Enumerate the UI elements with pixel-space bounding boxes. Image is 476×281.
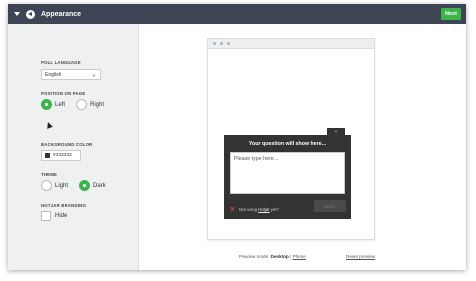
arrow-right-icon: › <box>335 203 337 209</box>
footer-suffix: yet? <box>270 207 279 212</box>
appearance-editor: Appearance Next POLL LANGUAGE English ▼ … <box>8 4 466 270</box>
desktop-mode-link[interactable]: Desktop <box>271 254 289 259</box>
preview-mode-label: Preview mode: <box>239 254 270 259</box>
reset-preview-link[interactable]: Reset preview <box>346 254 375 259</box>
hotjar-link[interactable]: Hotjar <box>258 207 269 212</box>
poll-widget: Your question will show here... Please t… <box>224 135 351 219</box>
branding-option: Hide <box>41 211 78 221</box>
color-swatch <box>45 153 50 158</box>
bg-color-value: #333333 <box>53 153 72 158</box>
window-dot-icon <box>220 42 223 45</box>
chevron-down-icon: ⌄ <box>333 128 339 134</box>
position-right-label[interactable]: Right <box>90 102 104 108</box>
send-label: Send <box>323 203 334 209</box>
poll-answer-input[interactable]: Please type here... <box>230 152 345 194</box>
window-dot-icon <box>227 42 230 45</box>
poll-footer: ✕ Not using Hotjar yet? <box>230 206 279 213</box>
preview-mode-switch: Preview mode: Desktop | Phone <box>239 254 306 259</box>
theme-dark-label[interactable]: Dark <box>93 183 106 189</box>
poll-language-label: POLL LANGUAGE <box>41 60 81 65</box>
poll-question: Your question will show here... <box>248 141 327 147</box>
collapse-caret-icon[interactable] <box>14 11 20 17</box>
theme-dark-radio[interactable] <box>79 180 91 191</box>
position-left-radio[interactable] <box>41 99 52 110</box>
theme-light-label[interactable]: Light <box>55 183 68 189</box>
back-arrow-icon[interactable] <box>26 9 35 19</box>
position-right-radio[interactable] <box>76 99 88 110</box>
theme-options: Light Dark <box>41 180 117 191</box>
top-bar: Appearance Next <box>8 4 466 24</box>
hotjar-logo-icon: ✕ <box>230 207 236 213</box>
page-title: Appearance <box>41 10 82 18</box>
theme-light-radio[interactable] <box>41 180 52 191</box>
mouse-cursor-icon <box>45 121 53 129</box>
preview-pane: ⌄ Your question will show here... Please… <box>139 24 466 270</box>
poll-language-select[interactable]: English ▼ <box>41 69 101 80</box>
poll-language-value: English <box>45 72 62 78</box>
bg-color-picker[interactable]: #333333 <box>41 150 81 161</box>
footer-prefix: Not using <box>239 207 258 212</box>
settings-sidebar: POLL LANGUAGE English ▼ POSITION ON PAGE… <box>8 24 139 270</box>
browser-toolbar <box>208 39 374 49</box>
theme-label: THEME <box>41 172 58 177</box>
chevron-down-icon: ▼ <box>92 73 96 78</box>
window-dot-icon <box>213 42 216 45</box>
mode-separator: | <box>290 254 292 259</box>
hide-branding-checkbox[interactable] <box>41 211 51 221</box>
send-button[interactable]: Send › <box>314 200 346 212</box>
bg-color-label: BACKGROUND COLOR <box>41 142 93 147</box>
position-options: Left Right <box>41 99 115 110</box>
phone-mode-link[interactable]: Phone <box>293 254 306 259</box>
next-button[interactable]: Next <box>441 8 461 20</box>
branding-label: HOTJAR BRANDING <box>41 203 87 208</box>
position-left-label[interactable]: Left <box>55 102 65 108</box>
hide-branding-label[interactable]: Hide <box>55 213 67 219</box>
position-label: POSITION ON PAGE <box>41 91 86 96</box>
